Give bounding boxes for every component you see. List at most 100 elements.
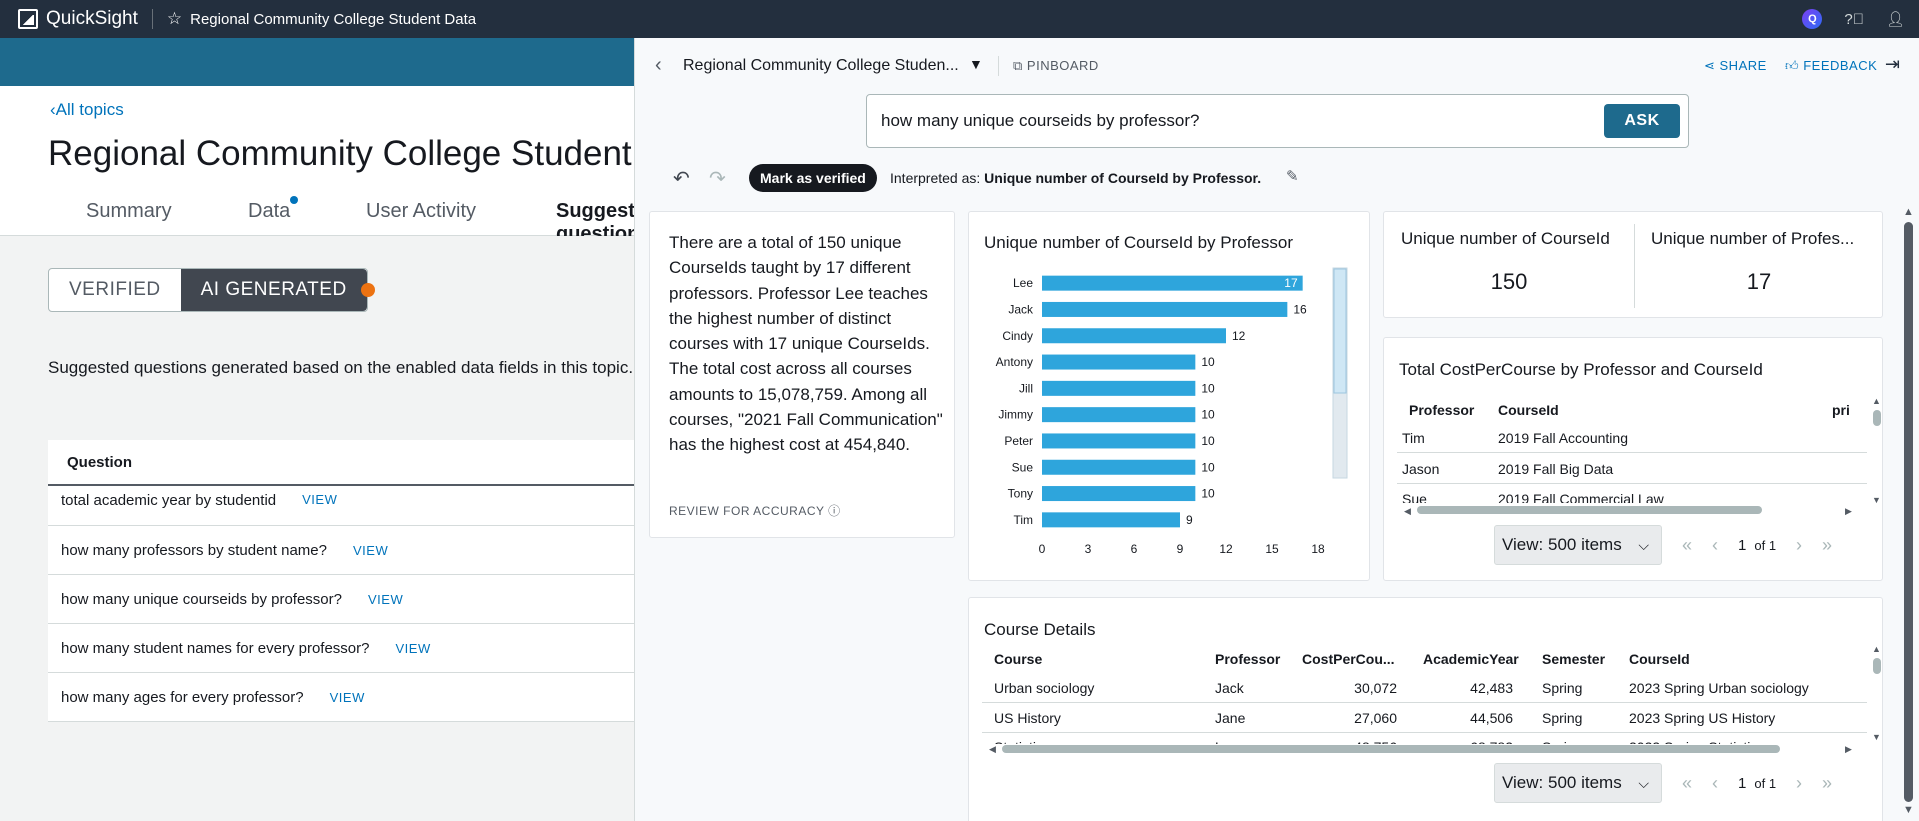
back-icon[interactable]: ‹ (655, 54, 662, 77)
all-topics-link[interactable]: ‹All topics (50, 100, 124, 120)
tab-user-activity[interactable]: User Activity (366, 200, 476, 223)
ask-button[interactable]: ASK (1604, 104, 1680, 138)
table-cell: Spring (1542, 710, 1583, 726)
table-cell: 30,072 (1354, 680, 1397, 696)
star-icon[interactable]: ☆ (167, 9, 182, 29)
last-page-icon[interactable]: » (1822, 535, 1832, 556)
feedback-label: FEEDBACK (1803, 58, 1878, 73)
mark-as-verified-button[interactable]: Mark as verified (749, 164, 877, 192)
chart-scroll-thumb[interactable] (1333, 268, 1347, 394)
column-header-professor[interactable]: Professor (1215, 651, 1280, 667)
view-button[interactable]: VIEW (302, 492, 337, 507)
items-per-page-select[interactable]: View: 500 items ⌵ (1494, 763, 1662, 803)
bar[interactable] (1042, 354, 1196, 370)
quicksight-logo[interactable]: QuickSight (0, 8, 138, 30)
items-per-page-select[interactable]: View: 500 items ⌵ (1494, 525, 1662, 565)
scroll-down-icon[interactable]: ▼ (1903, 804, 1914, 816)
bar-chart: Lee 17 Jack 16 Cindy 12 Antony 10 Jill 10 Jimmy 10 P… (996, 267, 1348, 556)
amazon-q-icon[interactable]: Q (1802, 9, 1823, 29)
scroll-down-icon[interactable]: ▼ (1872, 495, 1881, 505)
bar[interactable] (1042, 433, 1196, 449)
feedback-button[interactable]: 👍︎ FEEDBACK (1785, 58, 1877, 74)
column-header-costpercourse[interactable]: CostPerCou... (1302, 651, 1395, 667)
tab-data[interactable]: Data (248, 196, 299, 223)
topic-dropdown-caret-icon[interactable]: ▼ (969, 56, 983, 72)
kpi-value: 17 (1746, 269, 1772, 294)
table-row: how many student names for every profess… (48, 624, 640, 673)
page-title: Regional Community College Student Data (48, 134, 716, 173)
table-cell: 27,060 (1354, 710, 1397, 726)
question-text: how many ages for every professor? (61, 688, 304, 706)
table-cell: 2019 Fall Accounting (1498, 430, 1628, 446)
view-button[interactable]: VIEW (353, 543, 388, 558)
column-header-courseid[interactable]: CourseId (1498, 402, 1559, 418)
undo-icon[interactable]: ↶ (673, 166, 690, 191)
tick-label: 18 (1311, 542, 1325, 556)
top-bar: QuickSight ☆ Regional Community College … (0, 0, 1919, 38)
question-search-box[interactable]: how many unique courseids by professor? … (866, 94, 1689, 148)
verified-toggle[interactable]: VERIFIED (49, 269, 181, 311)
current-page: 1 (1738, 774, 1747, 792)
first-page-icon[interactable]: « (1682, 773, 1692, 794)
column-header-course[interactable]: Course (994, 651, 1042, 667)
bar[interactable] (1042, 459, 1196, 475)
share-button[interactable]: ⋖ SHARE (1704, 58, 1767, 74)
first-page-icon[interactable]: « (1682, 535, 1692, 556)
vertical-scrollbar[interactable] (1873, 410, 1881, 426)
category-label: Sue (1012, 460, 1034, 474)
view-button[interactable]: VIEW (395, 641, 430, 656)
column-header-professor[interactable]: Professor (1409, 402, 1474, 418)
tab-summary[interactable]: Summary (86, 200, 172, 223)
suggested-questions-section: VERIFIED AI GENERATED Suggested question… (0, 236, 640, 821)
bar[interactable] (1042, 328, 1226, 344)
scroll-up-icon[interactable]: ▲ (1872, 396, 1881, 406)
prev-page-icon[interactable]: ‹ (1712, 773, 1718, 794)
horizontal-scrollbar[interactable] (1002, 745, 1780, 753)
scroll-up-icon[interactable]: ▲ (1872, 644, 1881, 654)
scroll-right-icon[interactable]: ▶ (1845, 506, 1852, 517)
notification-dot (290, 196, 299, 204)
column-header-academicyear[interactable]: AcademicYear (1423, 651, 1519, 667)
scroll-left-icon[interactable]: ◀ (1404, 506, 1411, 517)
user-icon[interactable]: 👤︎ (1886, 10, 1905, 28)
last-page-icon[interactable]: » (1822, 773, 1832, 794)
collapse-panel-icon[interactable]: ⇥ (1885, 54, 1900, 75)
edit-pencil-icon[interactable]: ✎ (1286, 167, 1299, 185)
next-page-icon[interactable]: › (1796, 773, 1802, 794)
column-header-semester[interactable]: Semester (1542, 651, 1605, 667)
ai-generated-toggle[interactable]: AI GENERATED (180, 269, 375, 311)
dashboard-title: Regional Community College Student Data (190, 10, 477, 28)
bar[interactable] (1042, 407, 1196, 423)
bar[interactable] (1042, 486, 1196, 502)
scroll-left-icon[interactable]: ◀ (989, 744, 996, 755)
redo-icon[interactable]: ↷ (709, 166, 726, 191)
help-icon[interactable]: ?⃝ (1844, 11, 1864, 28)
scroll-down-icon[interactable]: ▼ (1872, 732, 1881, 742)
pinboard-button[interactable]: ⧉ PINBOARD (1013, 58, 1099, 74)
question-input[interactable]: how many unique courseids by professor? (881, 111, 1199, 131)
bar[interactable] (1042, 275, 1303, 291)
view-button[interactable]: VIEW (368, 592, 403, 607)
bar[interactable] (1042, 301, 1288, 317)
scroll-up-icon[interactable]: ▲ (1903, 206, 1914, 218)
panel-scrollbar[interactable]: ▲ ▼ (1903, 206, 1914, 821)
app-name: QuickSight (46, 8, 138, 29)
view-button[interactable]: VIEW (330, 690, 365, 705)
kpi-card: Unique number of CourseId 150 Unique num… (1383, 211, 1883, 318)
bar[interactable] (1042, 512, 1180, 528)
column-header-courseid[interactable]: CourseId (1629, 651, 1690, 667)
info-icon[interactable]: ⓘ (828, 504, 841, 518)
category-label: Lee (1013, 276, 1033, 290)
prev-page-icon[interactable]: ‹ (1712, 535, 1718, 556)
review-for-accuracy[interactable]: REVIEW FOR ACCURACY ⓘ (669, 502, 841, 519)
scroll-right-icon[interactable]: ▶ (1845, 744, 1852, 755)
top-bar-actions: Q ?⃝ 👤︎ (1802, 0, 1905, 38)
horizontal-scrollbar[interactable] (1417, 506, 1762, 514)
next-page-icon[interactable]: › (1796, 535, 1802, 556)
vertical-scrollbar[interactable] (1873, 658, 1881, 674)
column-header-price[interactable]: pri (1832, 402, 1850, 418)
bar[interactable] (1042, 380, 1196, 396)
course-details-table: Course Professor CostPerCou... AcademicY… (969, 598, 1882, 755)
divider (151, 9, 153, 29)
scrollbar-thumb[interactable] (1904, 222, 1913, 802)
